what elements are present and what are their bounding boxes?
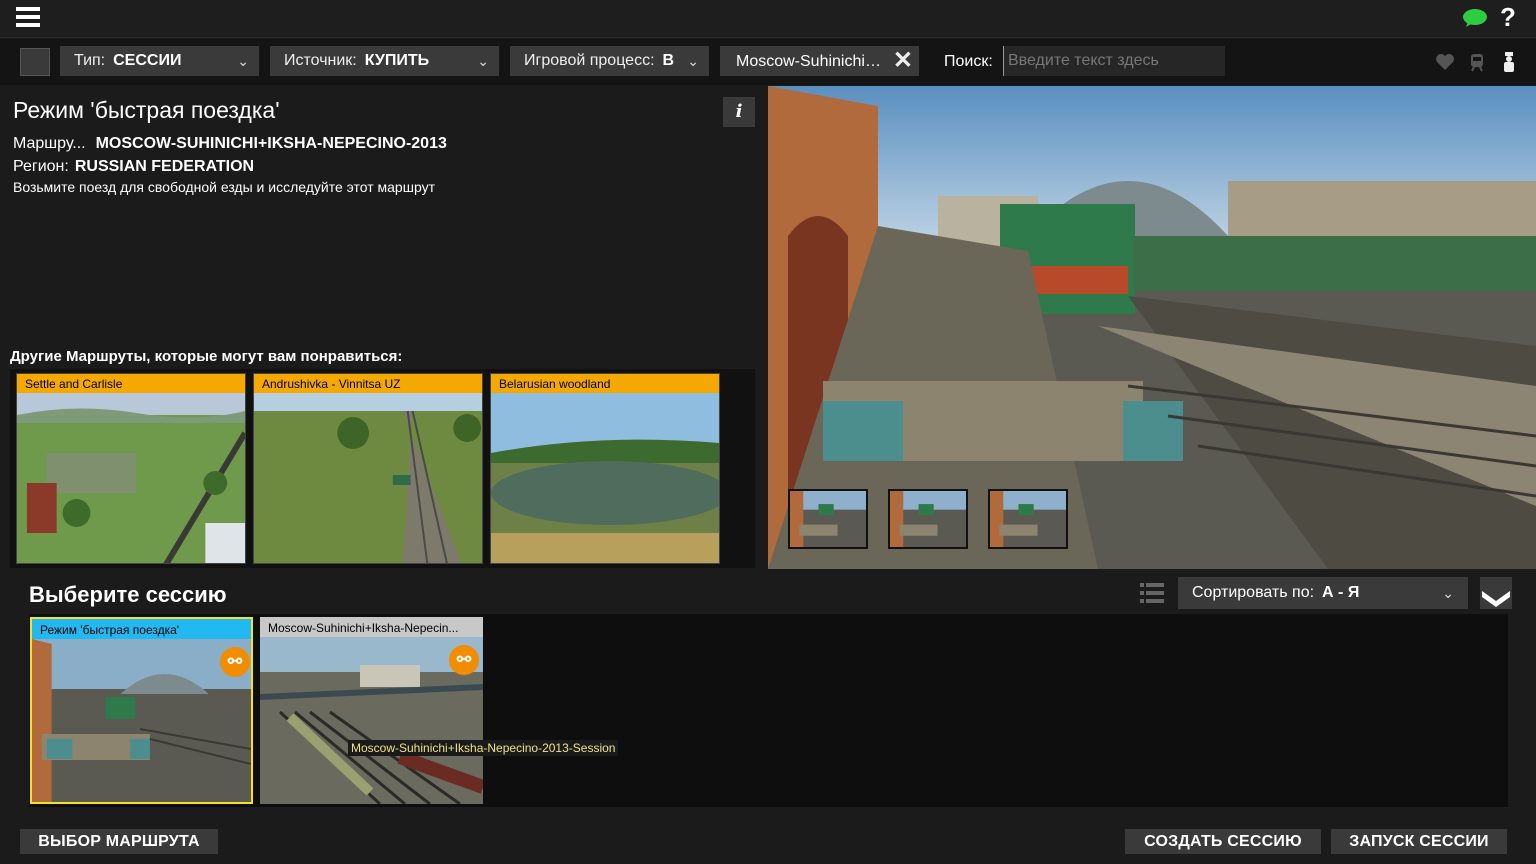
session-card-label: Moscow-Suhinichi+Iksha-Nepecin... [260, 617, 483, 637]
page-title: Режим 'быстрая поездка' [13, 97, 280, 123]
info-button[interactable]: i [723, 97, 755, 127]
type-dropdown[interactable]: Тип: СЕССИИ ⌄ [60, 46, 259, 76]
chevron-down-icon: ⌄ [237, 53, 249, 69]
preview-thumbnail[interactable] [888, 489, 968, 549]
route-card[interactable]: Settle and Carlisle [16, 373, 246, 564]
search-input[interactable] [1003, 46, 1225, 76]
sessions-strip: Режим 'быстрая поездка' ⚯ Moscow-Suhinic… [29, 614, 1508, 807]
gameplay-dropdown[interactable]: Игровой процесс: В ⌄ [510, 46, 709, 76]
route-preview-image [768, 86, 1536, 569]
sort-label: Сортировать по: [1192, 584, 1315, 601]
help-icon[interactable]: ? [1500, 2, 1516, 33]
close-icon[interactable]: ✕ [893, 45, 913, 77]
route-card[interactable]: Andrushivka - Vinnitsa UZ [253, 373, 483, 564]
filter-toggle-button[interactable] [20, 48, 50, 76]
sort-value: А - Я [1322, 584, 1360, 601]
chevron-down-icon: ⌄ [1442, 585, 1454, 601]
session-card-selected[interactable]: Режим 'быстрая поездка' ⚯ [30, 617, 253, 804]
region-value: RUSSIAN FEDERATION [74, 158, 255, 175]
route-filter-chip: Moscow-Suhinichi… ✕ [720, 46, 919, 76]
session-thumbnail [32, 639, 251, 802]
search-label: Поиск: [944, 53, 993, 70]
route-card[interactable]: Belarusian woodland [490, 373, 720, 564]
other-routes-strip: Settle and Carlisle Andrushivka - Vinnit… [10, 369, 755, 568]
route-value: MOSCOW-SUHINICHI+IKSHA-NEPECINO-2013 [95, 135, 447, 152]
route-thumbnail [491, 393, 719, 563]
preview-thumbnail[interactable] [788, 489, 868, 549]
route-row: Маршру... MOSCOW-SUHINICHI+IKSHA-NEPECINO… [13, 135, 447, 153]
type-value: СЕССИИ [113, 52, 182, 69]
route-select-button[interactable]: ВЫБОР МАРШРУТА [20, 829, 218, 854]
route-filter-label: Moscow-Suhinichi… [736, 53, 881, 70]
sort-dropdown[interactable]: Сортировать по: А - Я ⌄ [1178, 577, 1468, 609]
chevron-down-icon: ⌄ [477, 53, 489, 69]
list-view-icon[interactable] [1140, 581, 1164, 605]
sessions-title: Выберите сессию [29, 582, 227, 607]
session-card[interactable]: Moscow-Suhinichi+Iksha-Nepecin... ⚯ [260, 617, 483, 804]
route-card-label: Andrushivka - Vinnitsa UZ [254, 374, 482, 393]
source-value: КУПИТЬ [364, 52, 430, 69]
session-tooltip: Moscow-Suhinichi+Iksha-Nepecino-2013-Ses… [348, 740, 619, 756]
region-label: Регион: [13, 158, 69, 175]
top-bar: ? [0, 0, 1536, 38]
route-card-label: Settle and Carlisle [17, 374, 245, 393]
route-label: Маршру... [13, 135, 86, 152]
route-description: Возьмите поезд для свободной езды и иссл… [13, 179, 435, 195]
app-window: ? Тип: СЕССИИ ⌄ Источник: КУПИТЬ ⌄ Игровой… [0, 0, 1536, 864]
type-label: Тип: [74, 52, 106, 69]
start-session-button[interactable]: ЗАПУСК СЕССИИ [1331, 829, 1507, 854]
train-icon[interactable] [1466, 51, 1488, 73]
chevron-down-icon: ⌄ [687, 53, 699, 69]
hamburger-menu-icon[interactable] [16, 7, 40, 29]
create-session-button[interactable]: СОЗДАТЬ СЕССИЮ [1125, 829, 1321, 854]
link-icon: ⚯ [220, 647, 250, 677]
gameplay-label: Игровой процесс: [524, 52, 655, 69]
source-dropdown[interactable]: Источник: КУПИТЬ ⌄ [270, 46, 499, 76]
other-routes-title: Другие Маршруты, которые могут вам понра… [10, 348, 403, 365]
collapse-panel-button[interactable] [1480, 577, 1512, 609]
link-icon: ⚯ [449, 645, 479, 675]
chat-bubble-icon[interactable] [1462, 8, 1488, 28]
route-thumbnail [254, 393, 482, 563]
route-card-label: Belarusian woodland [491, 374, 719, 393]
session-card-label: Режим 'быстрая поездка' [32, 619, 251, 639]
favorite-heart-icon[interactable] [1434, 51, 1456, 73]
filter-bar: Тип: СЕССИИ ⌄ Источник: КУПИТЬ ⌄ Игровой п… [0, 39, 1536, 85]
preview-thumbnail[interactable] [988, 489, 1068, 549]
route-thumbnail [17, 393, 245, 563]
source-label: Источник: [284, 52, 357, 69]
region-row: Регион: RUSSIAN FEDERATION [13, 158, 254, 176]
driver-person-icon[interactable] [1498, 51, 1520, 73]
gameplay-value: В [662, 52, 675, 69]
